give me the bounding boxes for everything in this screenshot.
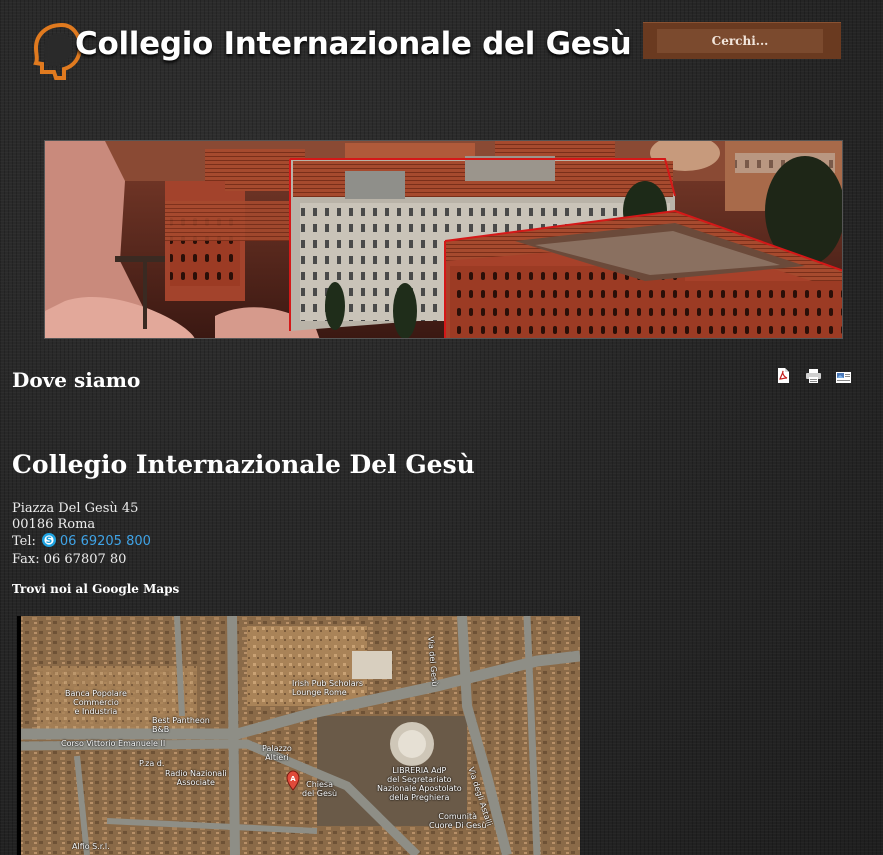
map-label-best-pantheon: Best Pantheon B&B (152, 716, 210, 734)
search-box (643, 22, 841, 59)
google-maps-label: Trovi noi al Google Maps (12, 582, 180, 596)
map-label-corso: Corso Vittorio Emanuele II (61, 739, 166, 748)
phone-link[interactable]: 06 69205 800 (60, 534, 151, 549)
collegio-heading: Collegio Internazionale Del Gesù (12, 450, 475, 479)
pdf-icon[interactable] (776, 368, 790, 387)
site-title: Collegio Internazionale del Gesù (75, 26, 632, 62)
skype-icon[interactable]: S (41, 533, 56, 552)
map-label-palazzo: Palazzo Altieri (262, 744, 292, 762)
street-address: Piazza Del Gesù 45 (12, 501, 139, 516)
tel-label: Tel: (12, 534, 36, 549)
svg-text:S: S (46, 536, 52, 546)
header-banner-image (44, 140, 843, 339)
map-label-radio: Radio Nazionali Associate (165, 769, 227, 787)
svg-text:A: A (290, 775, 296, 783)
map-label-alfio: Alfio S.r.l. (72, 842, 110, 851)
site-logo[interactable]: Collegio Internazionale del Gesù (28, 20, 632, 80)
map-label-comunita: Comunità Cuore Di Gesù (429, 812, 487, 830)
search-input[interactable] (657, 29, 823, 53)
fax-line: Fax: 06 67807 80 (12, 552, 127, 567)
map-label-piazza: P.za d. (139, 759, 165, 768)
map-label-chiesa: Chiesa del Gesù (302, 780, 338, 798)
city-postcode: 00186 Roma (12, 517, 96, 532)
article-tools (776, 368, 856, 384)
contact-address: Piazza Del Gesù 45 00186 Roma Tel: S 06 69… (12, 501, 151, 568)
map-label-irish-pub: Irish Pub Scholars Lounge Rome (292, 679, 364, 697)
map-label-libreria: LIBRERIA AdP del Segretariato Nazionale Ap… (377, 766, 462, 802)
phone-line: Tel: S 06 69205 800 (12, 533, 151, 552)
email-icon[interactable] (836, 369, 851, 388)
satellite-map[interactable]: A Irish Pub Scholars Lounge Rome Banca Po… (17, 616, 580, 855)
page-title: Dove siamo (12, 368, 141, 392)
print-icon[interactable] (806, 368, 821, 387)
rooftops-illustration (45, 141, 842, 338)
satellite-map-image: A (17, 616, 580, 855)
map-label-banca: Banca Popolare Commercio e Industria (65, 689, 127, 716)
